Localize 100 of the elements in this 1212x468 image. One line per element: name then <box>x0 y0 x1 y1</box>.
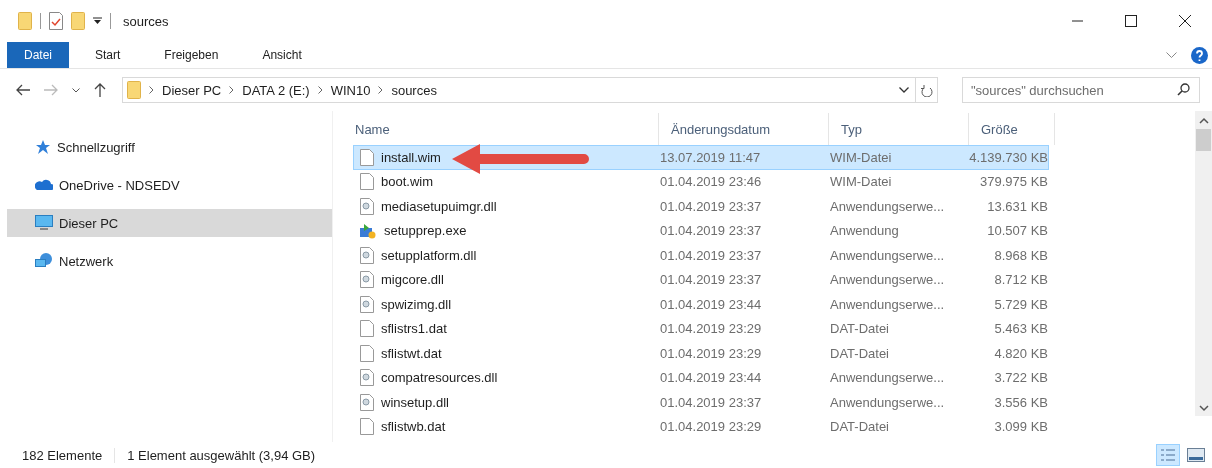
settings-file-icon <box>360 271 374 289</box>
monitor-icon <box>35 215 53 231</box>
close-icon <box>1179 15 1191 27</box>
scroll-up-icon[interactable] <box>1198 117 1209 125</box>
date-cell-text: 01.04.2019 23:37 <box>660 272 763 288</box>
file-row[interactable]: sflistrs1.dat 01.04.2019 23:29 DAT-Datei 5.463 KB <box>353 316 1049 341</box>
scrollbar[interactable] <box>1195 111 1212 416</box>
type-cell-text: Anwendungserwe... <box>830 370 946 386</box>
file-row[interactable]: sflistwt.dat 01.04.2019 23:29 DAT-Datei 4.820 KB <box>353 341 1049 366</box>
file-name: mediasetupuimgr.dll <box>381 198 497 214</box>
size-cell-text: 10.507 KB <box>986 223 1049 239</box>
recent-locations-button[interactable] <box>70 87 82 93</box>
file-row[interactable]: install.wim 13.07.2019 11:47 WIM-Datei 4.139.730 KB <box>353 145 1049 170</box>
file-row[interactable]: boot.wim 01.04.2019 23:46 WIM-Datei 379.975 KB <box>353 169 1049 194</box>
file-row[interactable]: sflistwb.dat 01.04.2019 23:29 DAT-Datei 3.099 KB <box>353 414 1049 439</box>
type-cell-text: Anwendungserwe... <box>830 272 946 288</box>
dropdown-icon[interactable] <box>93 17 102 25</box>
breadcrumb[interactable]: DATA 2 (E:) <box>242 82 310 98</box>
date-cell-text: 01.04.2019 23:37 <box>660 223 763 239</box>
date-cell-text: 01.04.2019 23:37 <box>660 247 763 263</box>
size-cell-text: 5.463 KB <box>993 321 1049 337</box>
type-cell-text: Anwendung <box>830 223 900 239</box>
ribbon-tab[interactable]: Freigeben <box>144 42 239 68</box>
date-cell-text: 01.04.2019 23:37 <box>660 394 763 410</box>
cloud-icon <box>35 179 53 191</box>
type-cell-text: DAT-Datei <box>830 321 890 337</box>
file-row[interactable]: setupprep.exe 01.04.2019 23:37 Anwendung 10.507 KB <box>353 218 1049 243</box>
size-cell-text: 4.139.730 KB <box>968 149 1049 165</box>
chevron-icon <box>149 86 154 94</box>
file-row[interactable]: migcore.dll 01.04.2019 23:37 Anwendungserwe... 8.712 KB <box>353 267 1049 292</box>
selection-info: 1 Element ausgewählt (3,94 GB) <box>127 447 317 463</box>
date-cell-text: 01.04.2019 23:29 <box>660 419 763 435</box>
nav-item[interactable]: Schnellzugriff <box>7 133 332 161</box>
minimize-icon <box>1071 20 1083 22</box>
settings-file-icon <box>360 246 374 264</box>
back-button[interactable] <box>14 84 32 96</box>
nav-item[interactable]: Netzwerk <box>7 247 332 275</box>
scroll-down-icon[interactable] <box>1198 404 1209 412</box>
date-cell-text: 01.04.2019 23:44 <box>660 296 763 312</box>
expand-ribbon-icon[interactable] <box>1166 51 1177 59</box>
ribbon-tab[interactable]: Start <box>75 42 141 68</box>
file-name: spwizimg.dll <box>381 296 452 312</box>
type-cell-text: DAT-Datei <box>830 419 890 435</box>
file-name: setupprep.exe <box>384 223 467 239</box>
type-cell-text: Anwendungserwe... <box>830 296 946 312</box>
date-cell-text: 01.04.2019 23:44 <box>660 370 763 386</box>
chevron-icon <box>229 86 235 94</box>
size-cell-text: 8.712 KB <box>993 272 1049 288</box>
breadcrumb[interactable]: WIN10 <box>330 82 371 98</box>
type-cell-text: WIM-Datei <box>830 174 893 190</box>
file-row[interactable]: setupplatform.dll 01.04.2019 23:37 Anwendungserwe... 8.968 KB <box>353 243 1049 268</box>
search-icon <box>1177 83 1190 96</box>
address-bar[interactable]: Dieser PC DATA 2 (E:) WIN10 sources <box>122 77 938 103</box>
file-row[interactable]: compatresources.dll 01.04.2019 23:44 Anwendungserwe... 3.722 KB <box>353 365 1049 390</box>
file-icon <box>360 418 374 436</box>
file-name: winsetup.dll <box>381 394 449 410</box>
properties-icon[interactable] <box>49 12 63 30</box>
date-cell-text: 13.07.2019 11:47 <box>660 149 762 165</box>
size-cell-text: 3.099 KB <box>993 419 1049 435</box>
ribbon-tab[interactable]: Datei <box>7 42 69 68</box>
chevron-icon <box>378 86 384 94</box>
size-cell-text: 379.975 KB <box>979 174 1049 190</box>
file-row[interactable]: spwizimg.dll 01.04.2019 23:44 Anwendungserwe... 5.729 KB <box>353 292 1049 317</box>
folder-icon <box>127 81 141 99</box>
nav-item[interactable]: OneDrive - NDSEDV <box>7 171 332 199</box>
size-cell-text: 8.968 KB <box>993 247 1049 263</box>
date-cell-text: 01.04.2019 23:46 <box>660 174 763 190</box>
size-cell-text: 13.631 KB <box>986 198 1049 214</box>
file-row[interactable]: winsetup.dll 01.04.2019 23:37 Anwendungserwe... 3.556 KB <box>353 390 1049 415</box>
details-view-icon <box>1160 448 1176 462</box>
item-count: 182 Elemente <box>22 447 116 463</box>
network-icon <box>35 253 53 269</box>
file-name: sflistwt.dat <box>381 345 442 361</box>
date-cell-text: 01.04.2019 23:29 <box>660 345 763 361</box>
type-cell-text: DAT-Datei <box>830 345 890 361</box>
settings-file-icon <box>360 393 374 411</box>
folder-icon <box>18 12 32 30</box>
breadcrumb[interactable]: Dieser PC <box>162 82 222 98</box>
type-cell-text: Anwendungserwe... <box>830 198 946 214</box>
chevron-icon <box>317 86 323 94</box>
file-name: migcore.dll <box>381 272 444 288</box>
size-cell-text: 4.820 KB <box>993 345 1049 361</box>
window-title: sources <box>123 13 169 29</box>
type-cell-text: Anwendungserwe... <box>830 394 946 410</box>
file-name: compatresources.dll <box>381 370 498 386</box>
ribbon-tab[interactable]: Ansicht <box>242 42 322 68</box>
search-field[interactable]: "sources" durchsuchen <box>962 77 1200 103</box>
breadcrumb[interactable]: sources <box>391 82 437 98</box>
file-icon <box>360 344 374 362</box>
up-button[interactable] <box>92 83 108 97</box>
file-row[interactable]: mediasetupuimgr.dll 01.04.2019 23:37 Anwendungserwe... 13.631 KB <box>353 194 1049 219</box>
nav-item[interactable]: Dieser PC <box>7 209 332 237</box>
file-icon <box>360 320 374 338</box>
type-cell-text: Anwendungserwe... <box>830 247 946 263</box>
scroll-thumb[interactable] <box>1196 129 1211 151</box>
help-icon[interactable] <box>1191 46 1208 64</box>
type-cell-text: WIM-Datei <box>830 149 893 165</box>
file-name: install.wim <box>381 149 441 165</box>
date-cell-text: 01.04.2019 23:37 <box>660 198 763 214</box>
refresh-icon <box>920 83 933 97</box>
